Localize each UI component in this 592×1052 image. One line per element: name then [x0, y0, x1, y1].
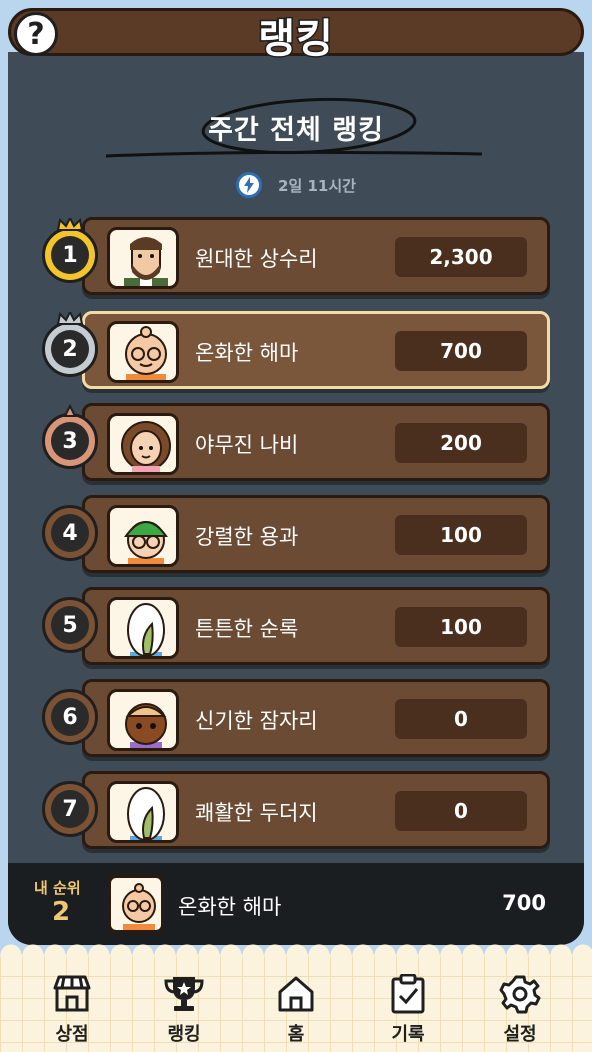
rank-number: 4	[51, 514, 89, 552]
nav-label: 기록	[391, 1024, 425, 1045]
page-title: 랭킹	[257, 15, 335, 64]
my-rank-bar: 내 순위 2 온화한 해마 700	[8, 863, 584, 945]
rank-row-card: 야무진 나비 200	[82, 403, 550, 481]
nav-item-shop[interactable]: 상점	[32, 974, 112, 1046]
nav-item-ranking[interactable]: 랭킹	[144, 974, 224, 1046]
rank-number: 6	[51, 698, 89, 736]
ranking-timer: 2일 11시간	[8, 172, 584, 198]
nav-scallop-edge	[0, 944, 592, 966]
player-score: 100	[395, 515, 527, 555]
rank-row-card: 원대한 상수리 2,300	[82, 217, 550, 295]
nav-label: 설정	[503, 1024, 537, 1045]
nav-label: 상점	[55, 1024, 89, 1045]
player-name: 야무진 나비	[195, 433, 299, 457]
player-name: 강렬한 용과	[195, 525, 299, 549]
avatar-2	[107, 321, 179, 383]
player-name: 온화한 해마	[195, 341, 299, 365]
player-score: 200	[395, 423, 527, 463]
nav-label: 홈	[287, 1024, 305, 1045]
gold-medal-icon: 1	[42, 218, 98, 283]
my-avatar	[108, 875, 164, 933]
nav-item-home[interactable]: 홈	[256, 974, 336, 1046]
nav-item-records[interactable]: 기록	[368, 974, 448, 1046]
rank-row-1[interactable]: 원대한 상수리 2,300 1	[42, 217, 552, 297]
clipboard-icon	[391, 974, 425, 1014]
bottom-nav: 상점 랭킹 홈 기록 설정	[0, 954, 592, 1052]
rank-row-card: 신기한 잠자리 0	[82, 679, 550, 757]
avatar-3	[107, 413, 179, 475]
rank-row-6[interactable]: 신기한 잠자리 0 6	[42, 679, 552, 759]
rank-row-4[interactable]: 강렬한 용과 100 4	[42, 495, 552, 575]
home-icon	[278, 976, 314, 1012]
gear-icon	[499, 975, 541, 1014]
player-score: 700	[395, 331, 527, 371]
nav-item-settings[interactable]: 설정	[480, 974, 560, 1046]
player-score: 2,300	[395, 237, 527, 277]
avatar-5	[107, 597, 179, 659]
my-score: 700	[502, 891, 546, 915]
rank-number: 1	[51, 236, 89, 274]
avatar-4	[107, 505, 179, 567]
lightning-icon	[236, 172, 263, 198]
shop-icon	[53, 975, 91, 1012]
rank-row-2[interactable]: 온화한 해마 700 2	[42, 311, 552, 391]
player-name: 튼튼한 순록	[195, 617, 299, 641]
player-name: 원대한 상수리	[195, 247, 318, 271]
ranking-panel: 주간 전체 랭킹 2일 11시간 원대한 상수리 2,300 1 온화한 해마 …	[8, 52, 584, 945]
player-name: 쾌활한 두더지	[195, 801, 318, 825]
rank-number: 7	[51, 790, 89, 828]
player-score: 0	[395, 791, 527, 831]
rank-number: 5	[51, 606, 89, 644]
trophy-icon	[164, 977, 204, 1011]
weekly-ranking-subtitle: 주간 전체 랭킹	[208, 115, 384, 146]
rank-badge-icon: 5	[42, 597, 98, 653]
timer-text: 2일 11시간	[278, 176, 356, 195]
my-name: 온화한 해마	[178, 895, 282, 919]
bronze-medal-icon: 3	[42, 404, 98, 469]
my-rank-number: 2	[52, 897, 71, 927]
player-score: 0	[395, 699, 527, 739]
rank-row-3[interactable]: 야무진 나비 200 3	[42, 403, 552, 483]
rank-row-card: 튼튼한 순록 100	[82, 587, 550, 665]
player-score: 100	[395, 607, 527, 647]
rank-badge-icon: 4	[42, 505, 98, 561]
silver-medal-icon: 2	[42, 312, 98, 377]
nav-label: 랭킹	[167, 1024, 201, 1045]
rank-row-5[interactable]: 튼튼한 순록 100 5	[42, 587, 552, 667]
rank-badge-icon: 7	[42, 781, 98, 837]
rank-number: 3	[51, 422, 89, 460]
rank-row-card: 강렬한 용과 100	[82, 495, 550, 573]
rank-row-7[interactable]: 쾌활한 두더지 0 7	[42, 771, 552, 851]
rank-row-card: 쾌활한 두더지 0	[82, 771, 550, 849]
rank-row-card-highlighted: 온화한 해마 700	[82, 311, 550, 389]
avatar-1	[107, 227, 179, 289]
avatar-7	[107, 781, 179, 843]
rank-number: 2	[51, 330, 89, 368]
my-rank-label: 내 순위	[34, 879, 81, 897]
player-name: 신기한 잠자리	[195, 709, 318, 733]
avatar-6	[107, 689, 179, 751]
rank-badge-icon: 6	[42, 689, 98, 745]
